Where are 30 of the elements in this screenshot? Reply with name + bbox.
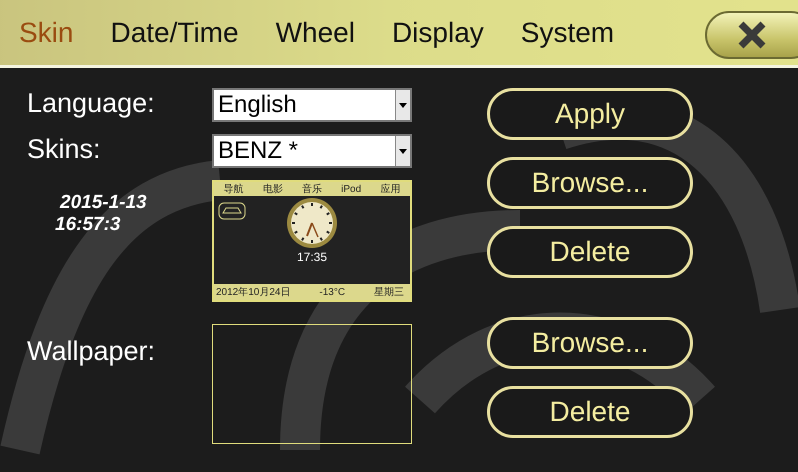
skin-button[interactable]: Browse... <box>487 157 693 209</box>
tab[interactable]: Display <box>392 16 484 48</box>
preview-menu-label: 应用 <box>380 182 400 196</box>
wallpaper-label: Wallpaper: <box>27 335 156 368</box>
wallpaper-button[interactable]: Browse... <box>487 317 693 369</box>
skins-dropdown[interactable]: BENZ * <box>212 134 412 168</box>
preview-menu-label: iPod <box>341 184 362 194</box>
preview-weekday: 星期三 <box>374 286 404 299</box>
clock-drawing <box>285 196 339 250</box>
tab[interactable]: Date/Time <box>110 16 239 48</box>
close-button[interactable] <box>705 11 798 59</box>
skin-button[interactable]: Apply <box>487 88 693 140</box>
preview-date: 2012年10月24日 <box>216 286 290 299</box>
language-dropdown[interactable]: English <box>212 88 412 122</box>
preview-clock-time: 17:35 <box>296 250 328 264</box>
preview-menu-label: 电影 <box>262 182 283 196</box>
language-label: Language: <box>27 88 156 120</box>
car-icon <box>218 202 246 220</box>
skins-label: Skins: <box>27 134 102 166</box>
preview-temperature: -13°C <box>319 286 346 298</box>
date-text: 2015-1-13 <box>58 192 148 214</box>
skin-button[interactable]: Delete <box>487 226 693 278</box>
time-text: 16:57:3 <box>54 214 122 236</box>
wallpaper-button[interactable]: Delete <box>487 386 693 438</box>
tab[interactable]: Wheel <box>276 16 355 48</box>
close-icon <box>737 20 767 50</box>
preview-menu-label: 导航 <box>224 182 244 196</box>
preview-menu-label: 音乐 <box>302 182 322 196</box>
tab[interactable]: System <box>520 16 614 48</box>
tab[interactable]: Skin <box>19 16 74 48</box>
